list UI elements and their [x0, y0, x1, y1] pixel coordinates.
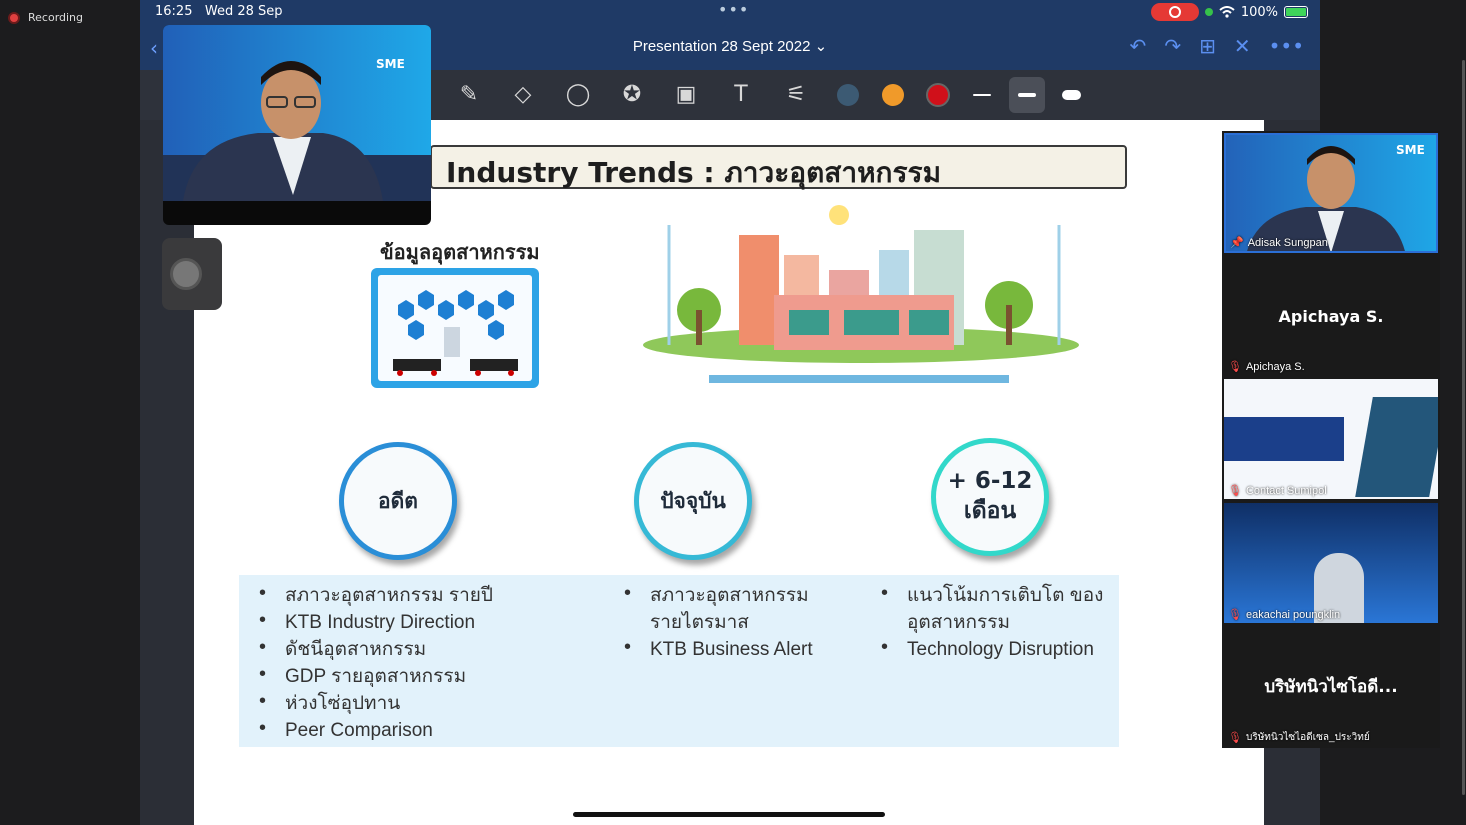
laser-pointer-icon[interactable]: ⚟ — [781, 81, 811, 109]
participant-name: 🎙 Apichaya S. — [1228, 360, 1305, 374]
list-item: สภาวะอุตสาหกรรม รายไตรมาส — [624, 580, 844, 636]
mic-muted-icon: 🎙 — [1228, 609, 1242, 621]
participant-name: 🎙 บริษัทนิวไซไอดีเซล_ประวิทย์ — [1228, 732, 1370, 744]
undo-icon[interactable]: ↶ — [1130, 34, 1147, 58]
participant-tile-2[interactable]: 🎙 Contact Sumipol — [1224, 379, 1438, 499]
participant-tile-3[interactable]: 🎙 eakachai poungklin — [1224, 503, 1438, 623]
list-item: ดัชนีอุตสาหกรรม — [259, 634, 579, 663]
home-indicator[interactable] — [573, 812, 885, 817]
multitask-dots[interactable]: ••• — [718, 0, 749, 19]
color-swatch-blue[interactable] — [837, 84, 859, 106]
participant-tile-0[interactable]: SME 📌 Adisak Sungpan — [1224, 133, 1438, 253]
past-circle: อดีต — [339, 442, 457, 560]
participant-name: 📌 Adisak Sungpan — [1230, 236, 1328, 250]
pin-icon: 📌 — [1230, 237, 1244, 249]
participant-display-name: บริษัทนิวไซโอดี... — [1264, 677, 1398, 697]
mic-muted-icon: 🎙 — [1228, 361, 1242, 373]
list-item: ห่วงโซ่อุปทาน — [259, 688, 579, 717]
scrollbar[interactable] — [1462, 60, 1465, 795]
slide-title: Industry Trends : ภาวะอุตสาหกรรม — [446, 156, 942, 189]
past-list: สภาวะอุตสาหกรรม รายปี KTB Industry Direc… — [259, 580, 579, 744]
future-list: แนวโน้มการเติบโต ของอุตสาหกรรม Technolog… — [881, 580, 1121, 663]
camera-indicator-icon — [1204, 8, 1213, 16]
participant-tile-4[interactable]: บริษัทนิวไซโอดี... 🎙 บริษัทนิวไซไอดีเซล_ป… — [1224, 627, 1438, 747]
color-swatch-red[interactable] — [926, 83, 950, 107]
add-page-icon[interactable]: ⊞ — [1199, 34, 1216, 58]
list-item: Peer Comparison — [259, 715, 579, 744]
more-icon[interactable]: ••• — [1269, 34, 1304, 58]
mic-muted-icon: 🎙 — [1228, 485, 1242, 497]
slide-title-bar: Industry Trends : ภาวะอุตสาหกรรม — [430, 145, 1127, 189]
status-bar: 16:25 Wed 28 Sep ••• 100% — [140, 0, 1320, 24]
color-swatch-orange[interactable] — [882, 84, 904, 106]
recording-label: Recording — [28, 11, 84, 24]
participant-display-name: Apichaya S. — [1278, 307, 1384, 326]
list-item: GDP รายอุตสาหกรรม — [259, 661, 579, 690]
participant-tile-1[interactable]: Apichaya S. 🎙 Apichaya S. — [1224, 255, 1438, 375]
nav-actions: ↶ ↷ ⊞ ✕ ••• — [1130, 34, 1304, 58]
image-icon[interactable]: ▣ — [671, 81, 701, 109]
shared-graphic — [1355, 397, 1438, 497]
status-time: 16:25 Wed 28 Sep — [155, 4, 283, 19]
list-item: KTB Business Alert — [624, 634, 844, 663]
battery-icon — [1284, 6, 1308, 18]
shapes-icon[interactable]: ◇ — [508, 81, 538, 109]
participant-name: 🎙 Contact Sumipol — [1228, 484, 1327, 498]
screen-record-icon[interactable] — [1150, 3, 1199, 21]
screen: Recording 16:25 Wed 28 Sep ••• 100% ‹ Pr… — [0, 0, 1466, 825]
present-circle: ปัจจุบัน — [634, 442, 752, 560]
text-tool-icon[interactable]: T — [726, 81, 756, 109]
presenter-video-floating[interactable]: SME — [163, 25, 431, 225]
slide-canvas: Industry Trends : ภาวะอุตสาหกรรม ข้อมูลอ… — [194, 120, 1264, 825]
wifi-icon — [1219, 6, 1235, 18]
status-right: 100% — [1150, 3, 1308, 21]
participants-panel: SME 📌 Adisak Sungpan Apichaya S. 🎙 Apichay… — [1222, 131, 1440, 748]
redo-icon[interactable]: ↷ — [1164, 34, 1181, 58]
record-icon — [8, 11, 20, 24]
stroke-medium-selected[interactable] — [1009, 77, 1045, 113]
recording-indicator: Recording — [8, 11, 83, 24]
city-industry-illustration — [643, 205, 1079, 383]
lasso-icon[interactable]: ◯ — [563, 81, 593, 109]
stroke-thin[interactable] — [973, 94, 991, 96]
future-circle: + 6-12 เดือน — [931, 438, 1049, 556]
industry-data-heading: ข้อมูลอุตสาหกรรม — [380, 240, 540, 264]
close-icon[interactable]: ✕ — [1234, 34, 1251, 58]
presenter-person — [163, 61, 431, 201]
list-item: KTB Industry Direction — [259, 607, 579, 636]
assistive-touch-button[interactable] — [162, 238, 222, 310]
sticker-icon[interactable]: ✪ — [617, 81, 647, 109]
present-list: สภาวะอุตสาหกรรม รายไตรมาส KTB Business A… — [624, 580, 844, 663]
list-item: Technology Disruption — [881, 634, 1121, 663]
mic-muted-icon: 🎙 — [1228, 732, 1242, 744]
pencil-icon[interactable]: ✎ — [454, 81, 484, 109]
list-item: สภาวะอุตสาหกรรม รายปี — [259, 580, 579, 609]
battery-percent: 100% — [1240, 4, 1278, 20]
shared-banner — [1224, 417, 1344, 461]
list-item: แนวโน้มการเติบโต ของอุตสาหกรรม — [881, 580, 1121, 636]
industry-4-illustration — [371, 268, 539, 388]
participant-name: 🎙 eakachai poungklin — [1228, 608, 1341, 622]
stroke-thick[interactable] — [1062, 90, 1081, 100]
